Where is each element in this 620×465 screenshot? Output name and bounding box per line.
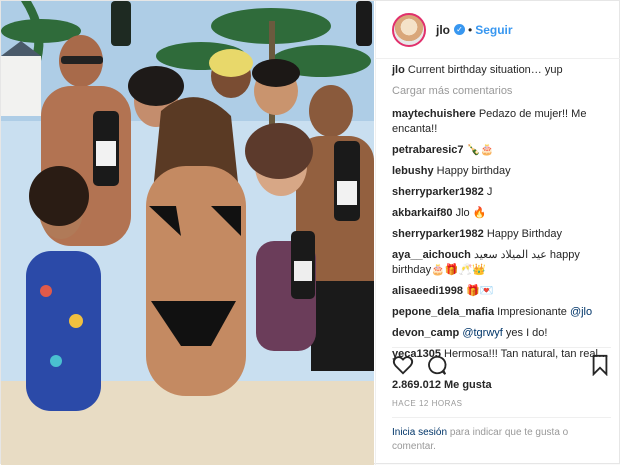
list-item: akbarkaif80 Jlo 🔥 (392, 206, 611, 221)
comments-list: jlo Current birthday situation… yup Carg… (392, 63, 611, 368)
comment-username[interactable]: lebushy (392, 165, 434, 177)
caption-username[interactable]: jlo (392, 64, 405, 76)
comment-text: yes I do! (505, 327, 548, 339)
list-item: sherryparker1982 Happy Birthday (392, 227, 611, 242)
bookmark-icon[interactable] (589, 354, 611, 376)
comment-icon[interactable] (426, 354, 448, 376)
list-item: pepone_dela_mafia Impresionante @jlo (392, 305, 611, 320)
comment-text: 🎁💌 (466, 285, 494, 297)
comment-username[interactable]: pepone_dela_mafia (392, 306, 494, 318)
like-count[interactable]: 2.869.012 Me gusta (392, 379, 492, 391)
beach-group-photo (1, 1, 374, 465)
comment-username[interactable]: petrabaresic7 (392, 144, 464, 156)
avatar[interactable] (392, 12, 426, 47)
comment-text: Happy Birthday (486, 228, 563, 240)
comment-text: Jlo 🔥 (455, 207, 487, 219)
list-item: maytechuishere Pedazo de mujer!! Me enca… (392, 107, 611, 137)
list-item: alisaeedi1998 🎁💌 (392, 284, 611, 299)
list-item: sherryparker1982 J (392, 185, 611, 200)
comment-text: Happy birthday (436, 165, 511, 177)
post-frame: jlo ✓ • Seguir jlo Current birthday situ… (0, 0, 620, 465)
post-timestamp: HACE 12 HORAS (392, 399, 463, 408)
comment-text: Impresionante (497, 306, 567, 318)
caption-text: Current birthday situation… yup (407, 64, 563, 76)
list-item: devon_camp @tgrwyf yes I do! (392, 326, 611, 341)
comment-mention[interactable]: @jlo (570, 306, 592, 318)
login-link[interactable]: Inicia sesión (392, 427, 447, 438)
post-sidebar: jlo ✓ • Seguir jlo Current birthday situ… (375, 1, 620, 465)
comment-username[interactable]: sherryparker1982 (392, 228, 484, 240)
action-bar (392, 347, 611, 382)
comment-text: J (486, 186, 493, 198)
verified-badge-icon: ✓ (454, 24, 465, 35)
separator-dot: • (468, 22, 473, 37)
list-item: petrabaresic7 🍾🎂 (392, 143, 611, 158)
follow-button[interactable]: Seguir (475, 23, 512, 37)
load-more-comments-link[interactable]: Cargar más comentarios (392, 84, 611, 99)
list-item: lebushy Happy birthday (392, 164, 611, 179)
username[interactable]: jlo (436, 23, 450, 37)
comment-username[interactable]: aya__aichouch (392, 249, 471, 261)
post-photo[interactable] (1, 1, 374, 465)
heart-icon[interactable] (392, 354, 414, 376)
comment-text: 🍾🎂 (466, 144, 495, 156)
comment-username[interactable]: akbarkaif80 (392, 207, 453, 219)
comment-username[interactable]: sherryparker1982 (392, 186, 484, 198)
list-item: aya__aichouch عيد الميلاد سعيد happy bir… (392, 248, 611, 278)
comment-username[interactable]: alisaeedi1998 (392, 285, 463, 297)
comment-username[interactable]: devon_camp (392, 327, 459, 339)
post-header: jlo ✓ • Seguir (376, 1, 620, 59)
caption: jlo Current birthday situation… yup (392, 63, 611, 78)
comment-mention[interactable]: @tgrwyf (462, 327, 503, 339)
login-prompt: Inicia sesión para indicar que te gusta … (392, 417, 611, 454)
comment-username[interactable]: maytechuishere (392, 108, 476, 120)
